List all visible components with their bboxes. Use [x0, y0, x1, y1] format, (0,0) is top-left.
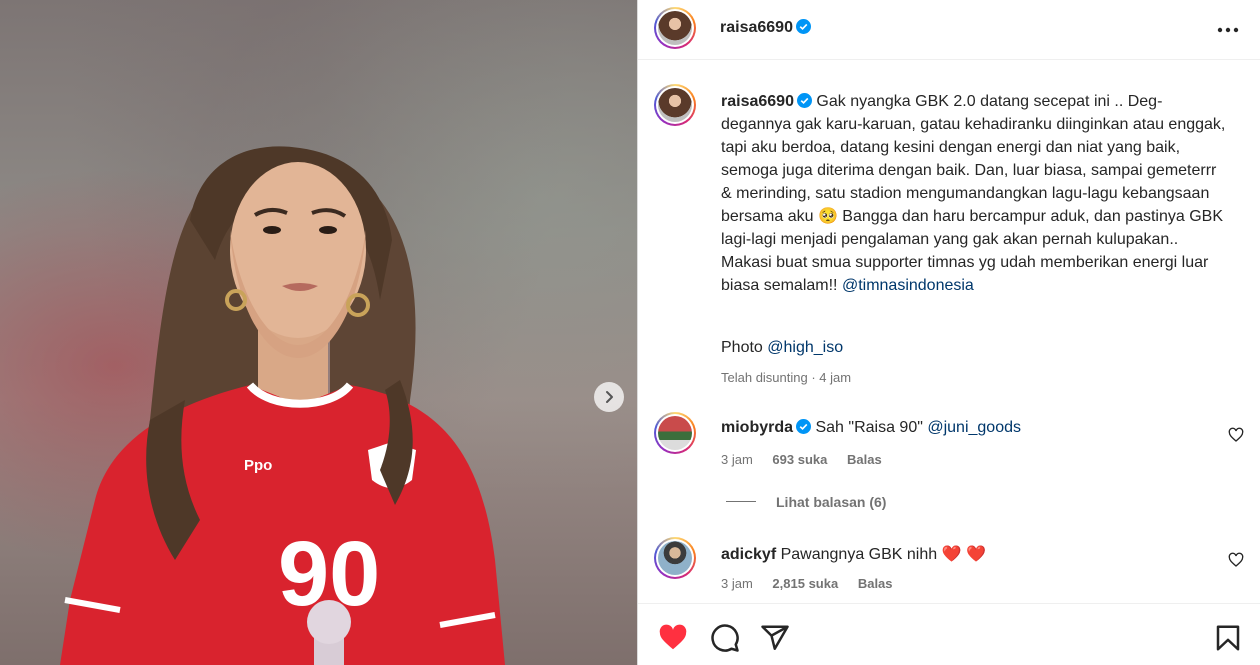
post-photo: Ppo 90 — [0, 0, 637, 665]
verified-badge-icon — [796, 93, 812, 108]
comment-avatar-miobyrda[interactable] — [654, 412, 696, 454]
comment-text: Pawangnya GBK nihh — [780, 546, 938, 563]
verified-badge-icon — [795, 19, 811, 34]
comment-username[interactable]: adickyf — [721, 546, 776, 563]
comment-username[interactable]: miobyrda — [721, 419, 793, 436]
comment-time[interactable]: 3 jam — [721, 576, 753, 591]
caption-text: Gak nyangka GBK 2.0 datang secepat ini .… — [721, 93, 1226, 294]
share-icon[interactable] — [760, 623, 790, 653]
comment-text: Sah "Raisa 90" — [815, 419, 923, 436]
photo-credit: Photo @high_iso — [721, 339, 843, 357]
comment-mention-link[interactable]: @juni_goods — [927, 419, 1021, 436]
comment-meta: 3 jam 693 suka Balas — [721, 452, 882, 467]
stadium-singer-illustration: Ppo 90 — [60, 146, 505, 665]
comment-like-heart-icon[interactable] — [1228, 552, 1244, 568]
header-username[interactable]: raisa6690 — [720, 19, 811, 37]
post-action-bar — [638, 603, 1260, 665]
view-replies-button[interactable]: Lihat balasan (6) — [776, 494, 886, 510]
post-header: raisa6690 — [638, 0, 1260, 60]
bookmark-icon[interactable] — [1213, 623, 1243, 653]
author-avatar[interactable] — [654, 7, 696, 49]
next-photo-button[interactable] — [594, 382, 624, 412]
comment-icon[interactable] — [710, 623, 740, 653]
caption-mention-link[interactable]: @timnasindonesia — [842, 277, 974, 294]
photo-credit-mention-link[interactable]: @high_iso — [767, 339, 843, 356]
photo-credit-label: Photo — [721, 339, 763, 356]
verified-badge-icon — [796, 419, 812, 434]
more-horizontal-icon[interactable] — [1214, 20, 1242, 40]
edited-label: Telah disunting — [721, 370, 808, 385]
svg-text:Ppo: Ppo — [244, 457, 272, 474]
comment-meta: 3 jam 2,815 suka Balas — [721, 576, 893, 591]
comment-likes[interactable]: 2,815 suka — [772, 576, 838, 591]
comment-body: adickyf Pawangnya GBK nihh ❤️ ❤️ — [721, 544, 986, 564]
header-username-text[interactable]: raisa6690 — [720, 19, 793, 36]
comment-time[interactable]: 3 jam — [721, 452, 753, 467]
chevron-right-icon — [606, 391, 613, 403]
post-detail-panel: raisa6690 raisa6690 Gak nyangka GBK 2.0 … — [638, 0, 1260, 665]
post-time[interactable]: 4 jam — [819, 370, 851, 385]
caption-username[interactable]: raisa6690 — [721, 93, 794, 110]
comment-emoji: ❤️ ❤️ — [941, 546, 986, 563]
jersey-number: 90 — [278, 523, 380, 625]
reply-line — [726, 501, 756, 502]
post-meta: Telah disunting · 4 jam — [721, 370, 852, 385]
heart-filled-icon[interactable] — [658, 623, 688, 653]
comment-reply-button[interactable]: Balas — [847, 452, 882, 467]
comment-reply-button[interactable]: Balas — [858, 576, 893, 591]
comment-likes[interactable]: 693 suka — [772, 452, 827, 467]
comment-like-heart-icon[interactable] — [1228, 427, 1244, 443]
comment-avatar-adickyf[interactable] — [654, 537, 696, 579]
caption-author-avatar[interactable] — [654, 84, 696, 126]
comment-body: miobyrda Sah "Raisa 90" @juni_goods — [721, 419, 1021, 437]
post-caption: raisa6690 Gak nyangka GBK 2.0 datang sec… — [721, 90, 1231, 297]
